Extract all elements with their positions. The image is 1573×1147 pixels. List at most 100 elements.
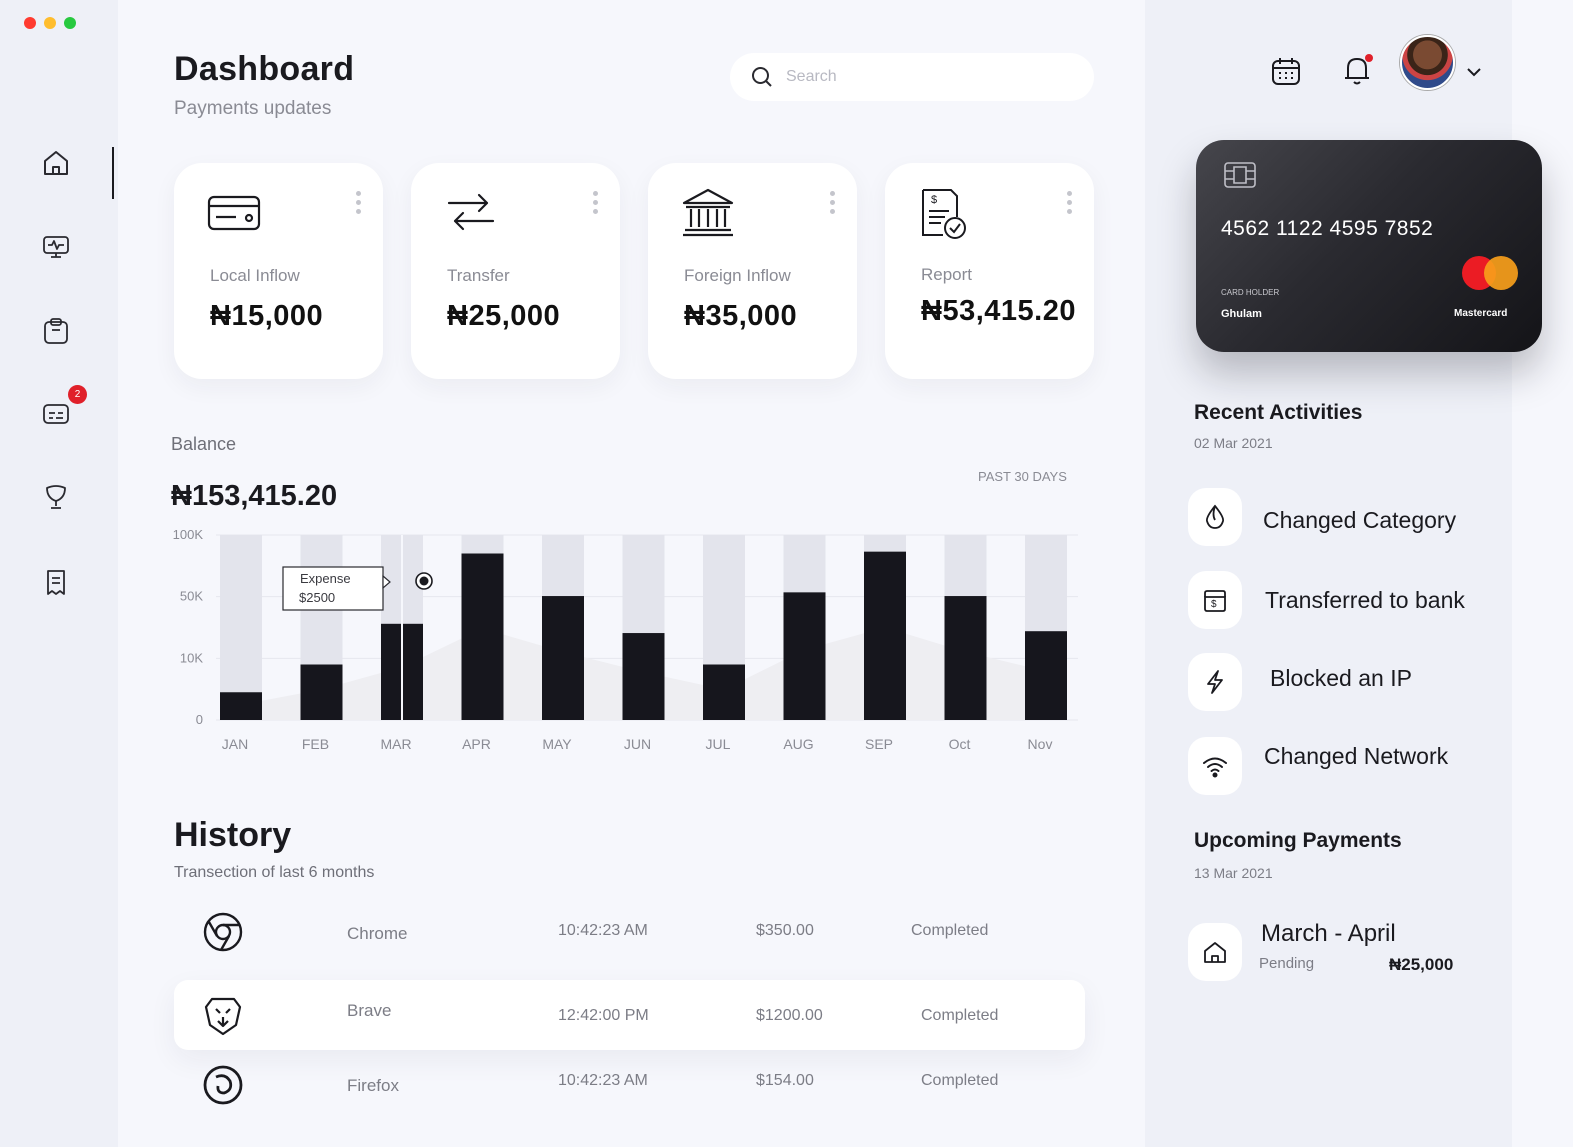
brave-lion-icon	[204, 997, 242, 1036]
card-amount: ₦35,000	[684, 300, 798, 332]
x-tick-label: MAY	[542, 736, 572, 752]
chevron-down-icon[interactable]	[1466, 66, 1482, 78]
tooltip-dot-core	[419, 576, 429, 586]
wifi-icon	[1203, 757, 1227, 778]
avatar[interactable]	[1400, 35, 1455, 90]
row-time: 10:42:23 AM	[558, 1072, 648, 1089]
monitor-icon	[43, 236, 69, 258]
card-holder-name: Ghulam	[1221, 308, 1262, 320]
sidebar-item-trophy[interactable]	[38, 479, 74, 515]
tooltip-value: $2500	[299, 590, 335, 605]
stat-card-transfer[interactable]: Transfer ₦25,000	[411, 163, 620, 379]
tooltip-label: Expense	[300, 571, 351, 586]
home-icon	[44, 151, 68, 175]
row-time: 10:42:23 AM	[558, 922, 648, 939]
stat-card-foreign-inflow[interactable]: Foreign Inflow ₦35,000	[648, 163, 857, 379]
y-tick-label: 50K	[180, 589, 203, 604]
chart-bar	[1025, 631, 1067, 720]
calendar-icon[interactable]	[1270, 55, 1302, 87]
balance-amount: ₦153,415.20	[171, 480, 338, 512]
chart-bar	[783, 592, 826, 720]
report-document-icon: $	[922, 189, 966, 239]
activity-label[interactable]: Blocked an IP	[1270, 665, 1412, 692]
activity-label[interactable]: Changed Category	[1263, 507, 1456, 534]
sidebar-item-monitor[interactable]	[38, 229, 74, 265]
card-label: Report	[921, 265, 973, 284]
table-row[interactable]: Firefox 10:42:23 AM $154.00 Completed	[174, 1063, 1085, 1123]
card-amount: ₦53,415.20	[921, 295, 1076, 327]
card-chip-icon	[1224, 162, 1256, 188]
chart-bar	[220, 692, 262, 720]
activity-icon-box	[1188, 653, 1242, 711]
activity-label[interactable]: Changed Network	[1264, 743, 1448, 770]
row-time: 12:42:00 PM	[558, 1007, 649, 1024]
chart-bar	[461, 553, 504, 720]
close-window-button[interactable]	[24, 17, 36, 29]
balance-chart: 100K 50K 10K 0 JAN FEB MAR APR MAY JUN JUL AUG SEP Oc…	[173, 527, 1078, 752]
home-icon	[1204, 942, 1226, 963]
more-options-icon[interactable]	[1066, 191, 1072, 214]
svg-text:$: $	[931, 194, 937, 206]
window-controls	[24, 17, 76, 29]
credit-card[interactable]: 4562 1122 4595 7852 CARD HOLDER Ghulam M…	[1196, 140, 1542, 352]
row-status: Completed	[921, 1007, 999, 1024]
activity-icon-box	[1188, 737, 1242, 795]
upcoming-payment-amount: ₦25,000	[1389, 955, 1454, 974]
card-brand: Mastercard	[1454, 308, 1508, 319]
message-icon	[43, 404, 69, 424]
stat-card-report[interactable]: $ Report ₦53,415.20	[885, 163, 1094, 379]
card-label: Local Inflow	[210, 266, 300, 285]
clipboard-icon	[44, 318, 68, 344]
row-name: Brave	[347, 1001, 392, 1020]
card-number: 4562 1122 4595 7852	[1221, 217, 1434, 240]
y-tick-label: 10K	[180, 650, 203, 665]
bank-icon	[682, 188, 734, 237]
chrome-icon	[203, 912, 243, 952]
sidebar: 2	[0, 0, 118, 1147]
history-title: History	[174, 816, 292, 854]
more-options-icon[interactable]	[592, 191, 598, 214]
drop-icon	[1206, 504, 1224, 529]
card-label: Foreign Inflow	[684, 266, 791, 285]
page-title: Dashboard	[174, 50, 355, 88]
stat-card-local-inflow[interactable]: Local Inflow ₦15,000	[174, 163, 383, 379]
x-tick-label: JAN	[222, 736, 248, 752]
upcoming-payment-name[interactable]: March - April	[1261, 920, 1396, 948]
page-subtitle: Payments updates	[174, 98, 332, 119]
firefox-icon	[203, 1065, 243, 1105]
sidebar-item-home[interactable]	[38, 145, 74, 181]
more-options-icon[interactable]	[355, 191, 361, 214]
x-tick-label: AUG	[783, 736, 813, 752]
minimize-window-button[interactable]	[44, 17, 56, 29]
x-tick-label: JUL	[706, 736, 731, 752]
sidebar-item-messages[interactable]	[38, 396, 74, 432]
transfer-arrows-icon	[447, 193, 495, 231]
more-options-icon[interactable]	[829, 191, 835, 214]
activity-icon-box	[1188, 488, 1242, 546]
row-status: Completed	[911, 922, 989, 939]
chart-bar	[300, 664, 343, 720]
search-input[interactable]	[786, 68, 1066, 86]
activity-label[interactable]: Transferred to bank	[1265, 587, 1465, 614]
search-bar[interactable]	[730, 53, 1094, 101]
row-status: Completed	[921, 1072, 999, 1089]
bell-icon[interactable]	[1340, 52, 1376, 88]
chart-bar	[944, 596, 987, 720]
period-filter[interactable]: PAST 30 DAYS	[978, 469, 1067, 484]
recent-activities-title: Recent Activities	[1194, 401, 1363, 424]
sidebar-item-clipboard[interactable]	[38, 313, 74, 349]
x-tick-label: JUN	[624, 736, 651, 752]
main-content: Dashboard Payments updates Local Inflow …	[118, 0, 1145, 1147]
table-row[interactable]: Brave 12:42:00 PM $1200.00 Completed	[174, 980, 1085, 1050]
card-holder-label: CARD HOLDER	[1221, 288, 1280, 297]
x-tick-label: MAR	[380, 736, 411, 752]
card-amount: ₦15,000	[210, 300, 324, 332]
sidebar-item-receipt[interactable]	[38, 564, 74, 600]
row-name: Firefox	[347, 1076, 399, 1095]
maximize-window-button[interactable]	[64, 17, 76, 29]
x-tick-label: Nov	[1028, 736, 1053, 752]
x-tick-label: APR	[462, 736, 491, 752]
card-label: Transfer	[447, 266, 510, 285]
table-row[interactable]: Chrome 10:42:23 AM $350.00 Completed	[174, 896, 1085, 966]
upcoming-payments-date: 13 Mar 2021	[1194, 865, 1273, 881]
